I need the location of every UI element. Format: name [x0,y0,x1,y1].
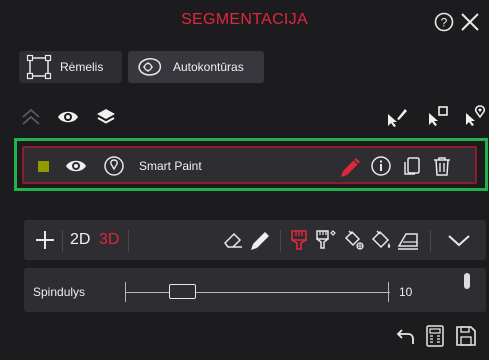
tab-remelis-label: Rėmelis [60,60,104,74]
tab-remelis[interactable]: Rėmelis [19,51,122,83]
bounding-box-icon [26,54,52,80]
tab-autokonturas-label: Autokontūras [173,60,244,74]
close-icon[interactable] [458,10,482,34]
brush-icon[interactable] [288,228,310,252]
magic-brush-icon[interactable] [314,228,338,252]
location-pin-icon[interactable] [103,155,125,177]
eye-icon[interactable] [56,108,80,126]
layer-eye-icon[interactable] [64,157,88,175]
panel-title: SEGMENTACIJA [181,11,308,28]
tab-autokonturas[interactable]: Autokontūras [128,51,264,83]
mode-3d-button[interactable]: 3D [99,231,119,249]
svg-text:?: ? [441,16,448,30]
chevron-down-icon[interactable] [446,230,472,250]
separator [128,230,129,252]
layer-row[interactable]: Smart Paint [22,146,477,184]
trash-icon[interactable] [431,155,453,177]
panel-header: SEGMENTACIJA ? [0,0,489,44]
fill-icon[interactable] [342,228,366,252]
radius-slider-thumb[interactable] [169,284,197,299]
segment-toolbar: 2D 3D [24,220,486,260]
radius-value: 10 [399,285,413,299]
calculator-icon[interactable] [424,324,446,348]
help-icon[interactable]: ? [434,12,454,32]
separator [430,230,431,252]
pointer-pin-icon[interactable] [463,104,487,128]
bucket-icon[interactable] [369,228,393,252]
pointer-box-icon[interactable] [426,104,450,128]
eraser-icon[interactable] [222,229,244,251]
segmentation-panel: SEGMENTACIJA ? Rėmelis Autokontūras Smar… [0,0,489,360]
radius-slider-track[interactable] [125,292,390,293]
undo-icon[interactable] [395,325,417,347]
autocontour-icon [138,58,162,76]
layers-icon[interactable] [95,107,117,127]
radius-label: Spindulys [33,285,86,299]
layer-color-swatch[interactable] [38,161,49,172]
separator [62,230,63,252]
copy-icon[interactable] [401,155,423,177]
pencil-icon[interactable] [248,228,272,252]
collapse-up-icon[interactable] [20,108,42,126]
separator [280,230,281,252]
plus-icon[interactable] [34,229,56,251]
save-icon[interactable] [454,324,478,348]
scrollbar-thumb[interactable] [464,273,470,289]
slider-max-tick [388,282,389,302]
info-icon[interactable] [370,155,392,177]
pointer-pen-icon[interactable] [385,106,409,128]
radius-slider-row: Spindulys 10 [24,268,486,312]
ruler-icon[interactable] [396,228,420,252]
mode-2d-button[interactable]: 2D [70,231,90,249]
paint-pencil-icon[interactable] [337,154,363,178]
layer-name: Smart Paint [139,159,202,173]
